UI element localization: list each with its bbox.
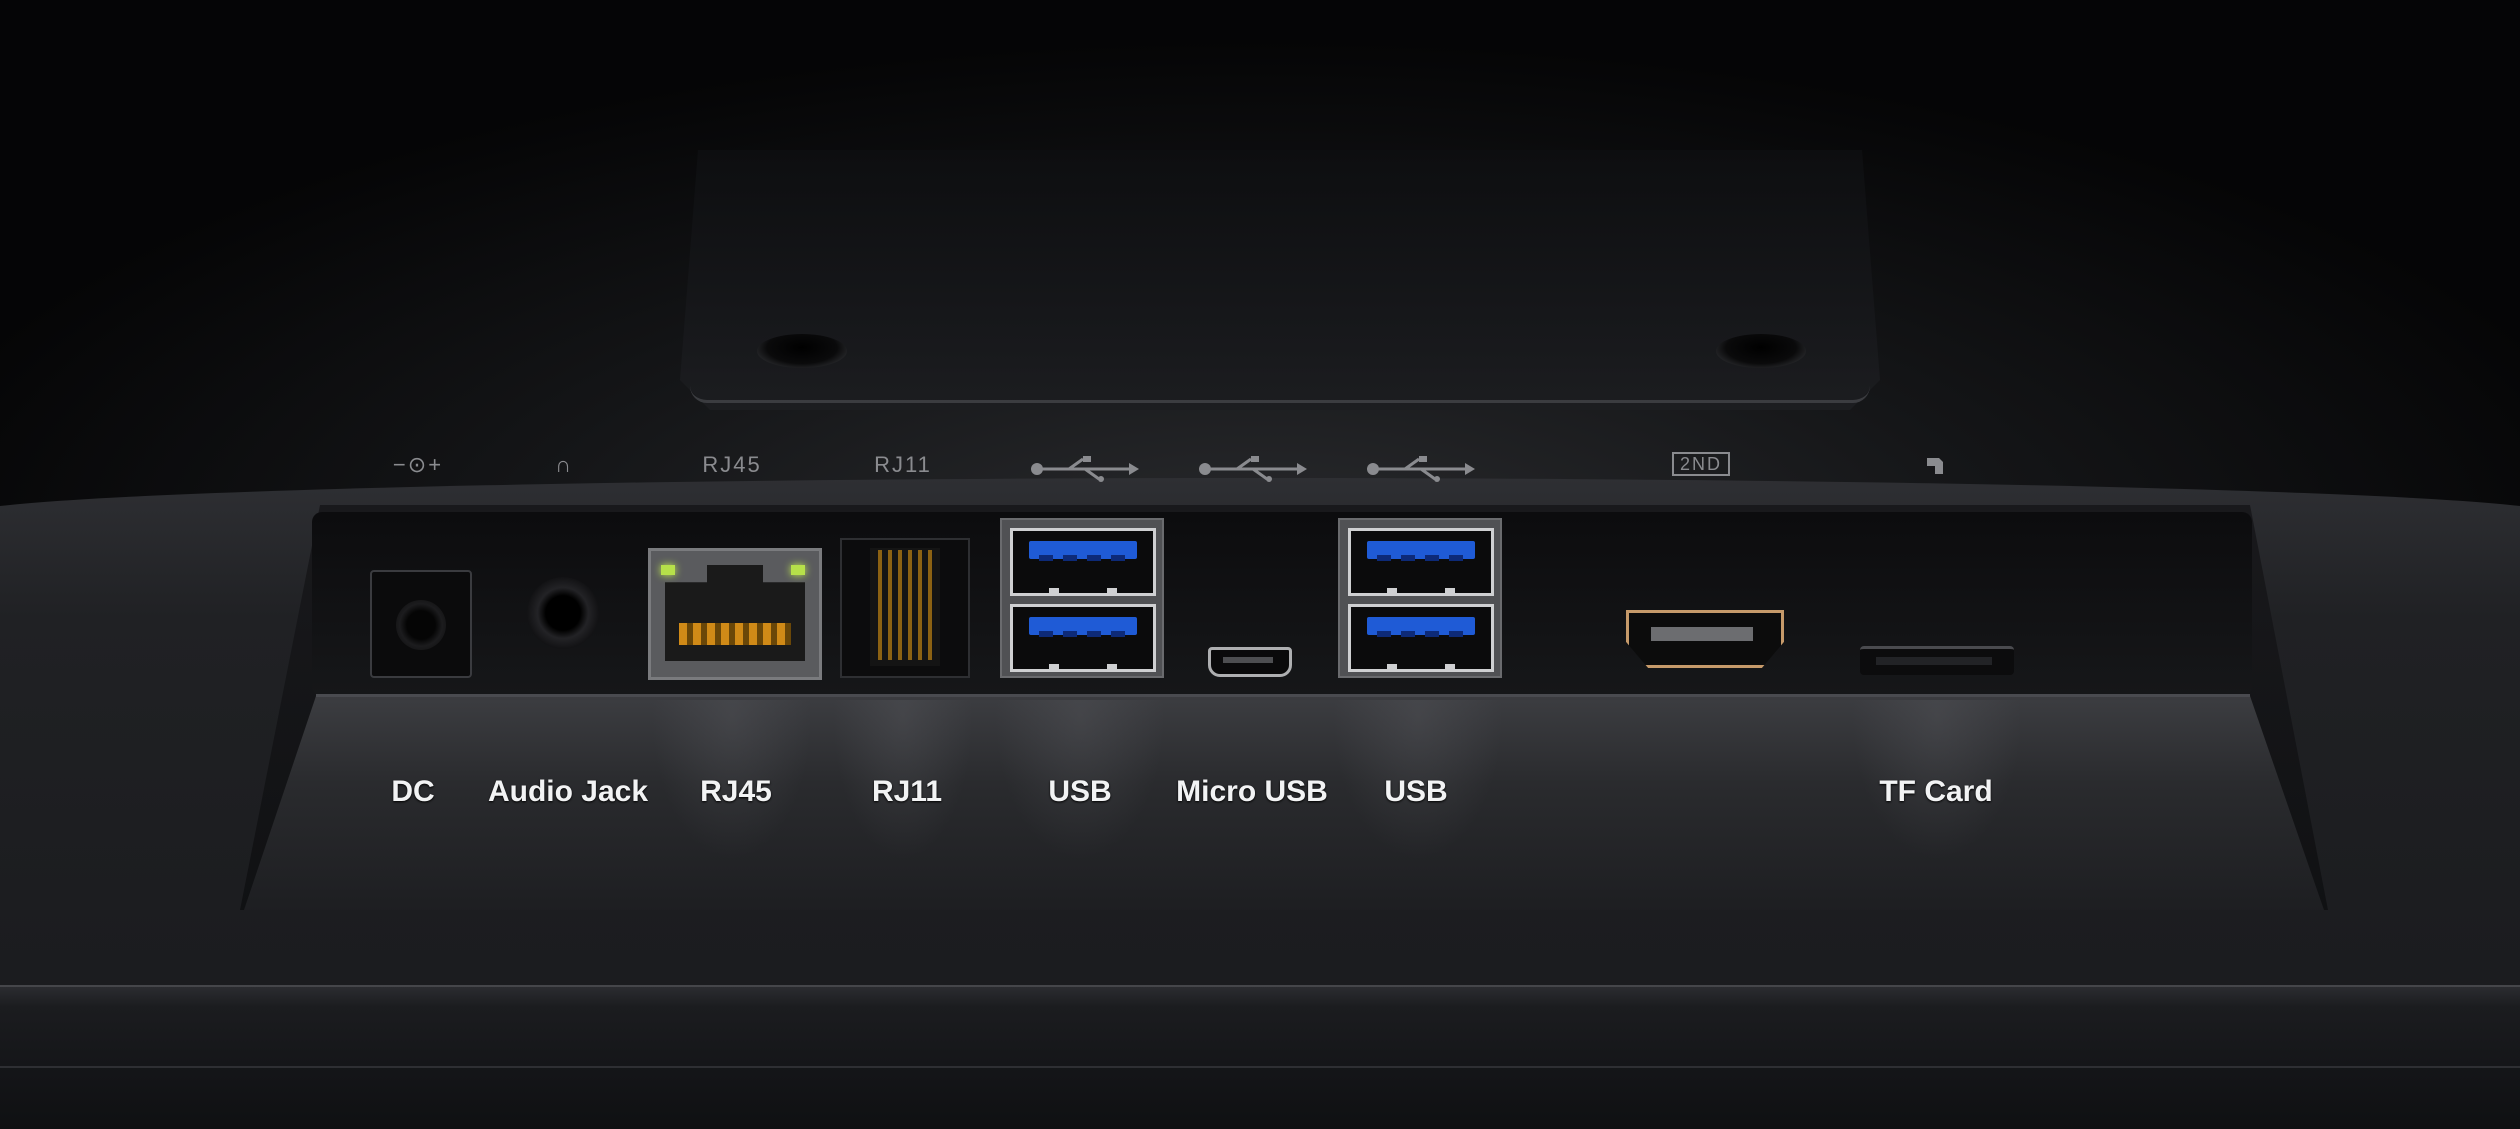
rj11-pins: [878, 550, 932, 660]
usb-clip: [1387, 588, 1397, 596]
usb-symbol-icon-right: [1365, 456, 1475, 482]
usb-clip: [1445, 664, 1455, 672]
hdmi-inner: [1651, 627, 1753, 641]
screw-hole-left: [757, 334, 847, 368]
usb-port-stack-left: [1000, 518, 1164, 678]
tf-card-symbol-icon: [1925, 456, 1945, 476]
mount-stand-edge: [690, 386, 1870, 403]
usb-clip: [1107, 664, 1117, 672]
label-dc: DC: [391, 775, 435, 808]
usb-slot: [1010, 604, 1156, 672]
dc-port-hole: [396, 600, 446, 650]
usb-clip: [1049, 588, 1059, 596]
rj45-pins: [679, 623, 791, 645]
usb-symbol-icon: [1029, 456, 1139, 482]
hdmi-symbol: 2ND: [1671, 452, 1731, 476]
screw-hole-right: [1716, 334, 1806, 368]
usb-port-stack-right: [1338, 518, 1502, 678]
usb-clip: [1387, 664, 1397, 672]
shelf-edge: [316, 694, 2250, 697]
usb-clip: [1445, 588, 1455, 596]
usb-tongue: [1367, 617, 1475, 637]
rj11-symbol: RJ11: [874, 452, 932, 477]
label-rj11: RJ11: [871, 775, 943, 808]
usb-slot: [1348, 528, 1494, 596]
usb-clip: [1049, 664, 1059, 672]
mount-stand: [680, 150, 1880, 410]
usb-tongue: [1029, 617, 1137, 637]
label-usb-right: USB: [1384, 775, 1448, 808]
audio-symbol: ∩: [555, 452, 573, 477]
usb-clip: [1107, 588, 1117, 596]
label-audio-jack: Audio Jack: [487, 775, 649, 808]
rj45-led-left: [661, 565, 675, 575]
micro-usb-symbol-icon: [1197, 456, 1307, 482]
tf-card-slot: [1860, 646, 2014, 675]
label-usb-left: USB: [1048, 775, 1112, 808]
device-rear-panel-photo: −⊙+ ∩ RJ45 RJ11 2ND DC Audio Jack RJ45 R…: [0, 0, 2520, 1129]
dc-symbol: −⊙+: [392, 452, 444, 477]
rj11-port: [840, 538, 970, 678]
rj45-symbol: RJ45: [702, 452, 762, 477]
usb-tongue: [1367, 541, 1475, 561]
bottom-line: [0, 1066, 2520, 1068]
audio-jack-port: [527, 577, 599, 649]
usb-slot: [1348, 604, 1494, 672]
bottom-band: [0, 985, 2520, 1129]
usb-slot: [1010, 528, 1156, 596]
dc-port: [370, 570, 472, 678]
label-micro-usb: Micro USB: [1176, 775, 1328, 808]
usb-tongue: [1029, 541, 1137, 561]
hdmi-port: [1626, 610, 1784, 668]
rj45-led-right: [791, 565, 805, 575]
rj45-port: [648, 548, 822, 680]
rj45-cavity: [665, 565, 805, 661]
micro-usb-port: [1208, 647, 1292, 677]
label-rj45: RJ45: [700, 775, 772, 808]
label-tf-card: TF Card: [1879, 775, 1993, 808]
